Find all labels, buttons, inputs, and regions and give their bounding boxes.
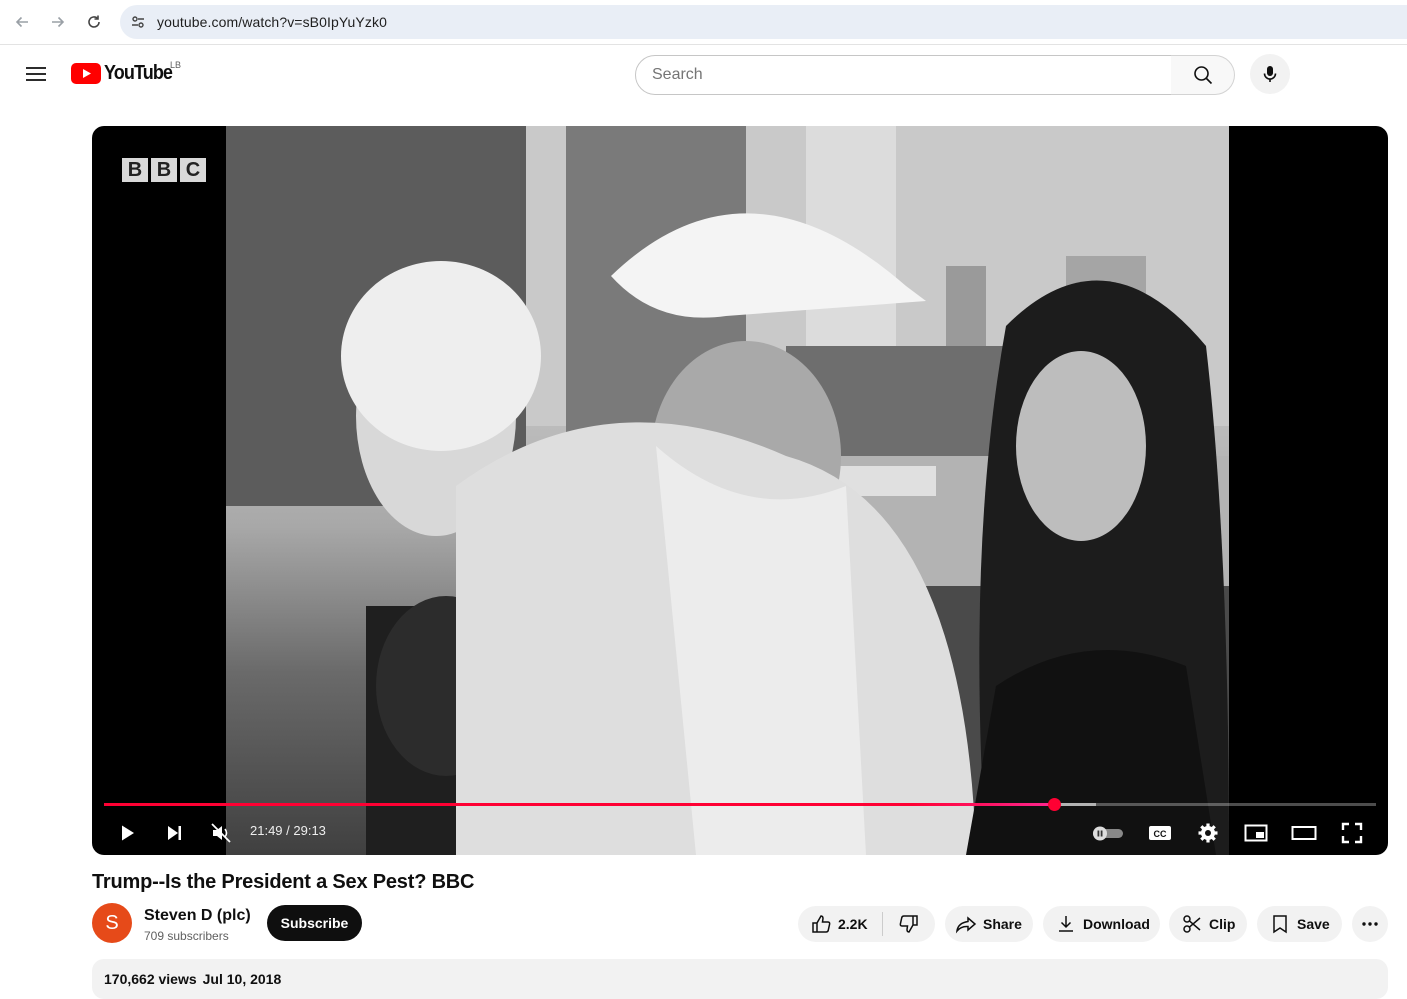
search-button[interactable] bbox=[1171, 55, 1235, 95]
thumbs-up-icon bbox=[810, 913, 832, 935]
settings-button[interactable] bbox=[1193, 818, 1223, 848]
more-actions-button[interactable] bbox=[1352, 906, 1388, 942]
subscribe-button[interactable]: Subscribe bbox=[267, 905, 362, 941]
next-button[interactable] bbox=[159, 818, 189, 848]
channel-avatar[interactable]: S bbox=[92, 903, 132, 943]
country-code: LB bbox=[170, 60, 182, 70]
dislike-button[interactable] bbox=[883, 906, 935, 942]
microphone-icon bbox=[1263, 66, 1277, 82]
download-button[interactable]: Download bbox=[1043, 906, 1160, 942]
arrow-left-icon bbox=[15, 16, 28, 28]
search-placeholder: Search bbox=[652, 66, 703, 83]
clip-label: Clip bbox=[1209, 916, 1236, 932]
address-bar[interactable]: youtube.com/watch?v=sB0IpYuYzk0 bbox=[120, 5, 1407, 39]
download-label: Download bbox=[1083, 916, 1150, 932]
view-info: 170,662 views Jul 10, 2018 bbox=[104, 971, 281, 987]
search-input[interactable]: Search bbox=[635, 55, 1172, 95]
gear-icon bbox=[1198, 823, 1218, 843]
reload-button[interactable] bbox=[83, 11, 105, 33]
arrow-right-icon bbox=[52, 16, 65, 28]
view-count: 170,662 views bbox=[104, 971, 197, 987]
skip-next-icon bbox=[168, 826, 181, 840]
forward-button[interactable] bbox=[47, 11, 69, 33]
autoplay-toggle-icon bbox=[1093, 826, 1123, 841]
video-still-image bbox=[226, 126, 1229, 855]
captions-button[interactable]: CC bbox=[1145, 818, 1175, 848]
share-icon bbox=[955, 913, 977, 935]
share-button[interactable]: Share bbox=[945, 906, 1033, 942]
site-settings-icon[interactable] bbox=[130, 14, 146, 30]
progress-bar[interactable] bbox=[104, 798, 1376, 811]
description-box[interactable]: 170,662 views Jul 10, 2018 bbox=[92, 959, 1388, 999]
time-display: 21:49 / 29:13 bbox=[250, 823, 326, 838]
theater-mode-icon bbox=[1291, 826, 1317, 840]
upload-date: Jul 10, 2018 bbox=[202, 971, 282, 987]
played-bar bbox=[104, 803, 1055, 806]
video-frame[interactable] bbox=[226, 126, 1229, 855]
search-icon bbox=[1193, 66, 1212, 85]
video-title: Trump--Is the President a Sex Pest? BBC bbox=[92, 871, 475, 893]
closed-captions-icon: CC bbox=[1149, 826, 1171, 840]
share-label: Share bbox=[983, 916, 1022, 932]
bookmark-icon bbox=[1269, 913, 1291, 935]
watermark-letter: C bbox=[180, 158, 206, 182]
like-count: 2.2K bbox=[838, 916, 868, 932]
bbc-watermark: B B C bbox=[122, 158, 206, 182]
fullscreen-icon bbox=[1341, 822, 1363, 844]
play-icon bbox=[122, 825, 134, 841]
mute-button[interactable] bbox=[206, 818, 236, 848]
back-button[interactable] bbox=[11, 11, 33, 33]
watermark-letter: B bbox=[151, 158, 177, 182]
save-label: Save bbox=[1297, 916, 1330, 932]
masthead: YouTube LB Search bbox=[0, 46, 1407, 104]
save-button[interactable]: Save bbox=[1257, 906, 1342, 942]
voice-search-button[interactable] bbox=[1250, 54, 1290, 94]
browser-toolbar: youtube.com/watch?v=sB0IpYuYzk0 bbox=[0, 0, 1407, 45]
hamburger-icon bbox=[26, 67, 46, 81]
video-player[interactable]: B B C 21:49 / 29:13 CC bbox=[92, 126, 1388, 855]
youtube-logo[interactable]: YouTube LB bbox=[71, 60, 182, 85]
like-dislike-group: 2.2K bbox=[798, 906, 935, 942]
thumbs-down-icon bbox=[899, 915, 918, 933]
fullscreen-button[interactable] bbox=[1337, 818, 1367, 848]
watermark-letter: B bbox=[122, 158, 148, 182]
url-text[interactable]: youtube.com/watch?v=sB0IpYuYzk0 bbox=[157, 14, 387, 30]
clip-button[interactable]: Clip bbox=[1169, 906, 1247, 942]
play-button[interactable] bbox=[112, 818, 142, 848]
subscriber-count: 709 subscribers bbox=[144, 929, 229, 943]
autoplay-toggle[interactable] bbox=[1090, 818, 1126, 848]
like-button[interactable]: 2.2K bbox=[798, 906, 882, 942]
miniplayer-icon bbox=[1244, 824, 1268, 842]
volume-muted-icon bbox=[211, 823, 231, 843]
channel-name[interactable]: Steven D (plc) bbox=[144, 907, 251, 925]
download-icon bbox=[1055, 913, 1077, 935]
guide-menu-button[interactable] bbox=[22, 60, 50, 88]
reload-icon bbox=[88, 15, 100, 28]
svg-text:CC: CC bbox=[1154, 829, 1167, 839]
theater-mode-button[interactable] bbox=[1289, 818, 1319, 848]
logo-wordmark: YouTube bbox=[104, 62, 173, 84]
miniplayer-button[interactable] bbox=[1241, 818, 1271, 848]
more-horizontal-icon bbox=[1362, 922, 1378, 926]
scissors-icon bbox=[1181, 913, 1203, 935]
player-controls: 21:49 / 29:13 CC bbox=[92, 810, 1388, 855]
youtube-play-logo-icon bbox=[71, 63, 101, 84]
